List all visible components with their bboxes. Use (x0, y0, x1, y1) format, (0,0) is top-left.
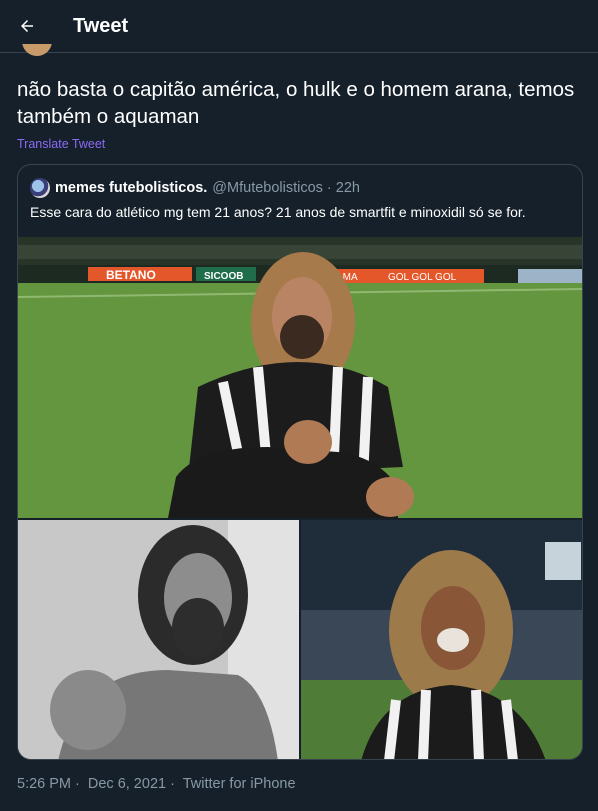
tweet-text: não basta o capitão américa, o hulk e o … (17, 78, 575, 128)
quoted-tweet-header: memes futebolisticos. @Mfutebolisticos ·… (30, 178, 360, 198)
author-avatar[interactable] (22, 44, 58, 58)
separator-dot: · (170, 776, 175, 792)
back-button[interactable] (10, 9, 44, 43)
tweet-time[interactable]: 5:26 PM (17, 776, 71, 792)
quoted-author-avatar[interactable] (30, 178, 50, 198)
ad-board-text: SICOOB (204, 271, 243, 282)
photo-bw-portrait[interactable] (18, 520, 299, 759)
quoted-tweet-time[interactable]: 22h (336, 180, 360, 196)
tweet-date[interactable]: Dec 6, 2021 (88, 776, 166, 792)
ad-board-text: BETANO (106, 268, 156, 282)
ad-board-text: GOL GOL GOL (388, 272, 457, 283)
photo-player-crouching[interactable]: BETANO SICOOB AMA GOL GOL GOL (18, 237, 582, 518)
quoted-author-name[interactable]: memes futebolisticos. (55, 180, 207, 196)
tweet-source: Twitter for iPhone (182, 776, 296, 792)
top-bar: Tweet (0, 0, 598, 53)
arrow-left-icon (21, 20, 33, 32)
translate-tweet-link[interactable]: Translate Tweet (17, 137, 105, 151)
media-grid: BETANO SICOOB AMA GOL GOL GOL (18, 237, 582, 759)
photo-stadium-smiling[interactable] (301, 520, 582, 759)
separator-dot: · (326, 180, 332, 196)
page-title: Tweet (73, 14, 129, 37)
quoted-author-handle: @Mfutebolisticos (212, 180, 323, 196)
quoted-tweet-text: Esse cara do atlético mg tem 21 anos? 21… (30, 204, 526, 220)
tweet-metadata: 5:26 PM · Dec 6, 2021 · Twitter for iPhone (17, 776, 300, 792)
quoted-tweet[interactable]: memes futebolisticos. @Mfutebolisticos ·… (17, 164, 583, 760)
separator-dot: · (75, 776, 80, 792)
